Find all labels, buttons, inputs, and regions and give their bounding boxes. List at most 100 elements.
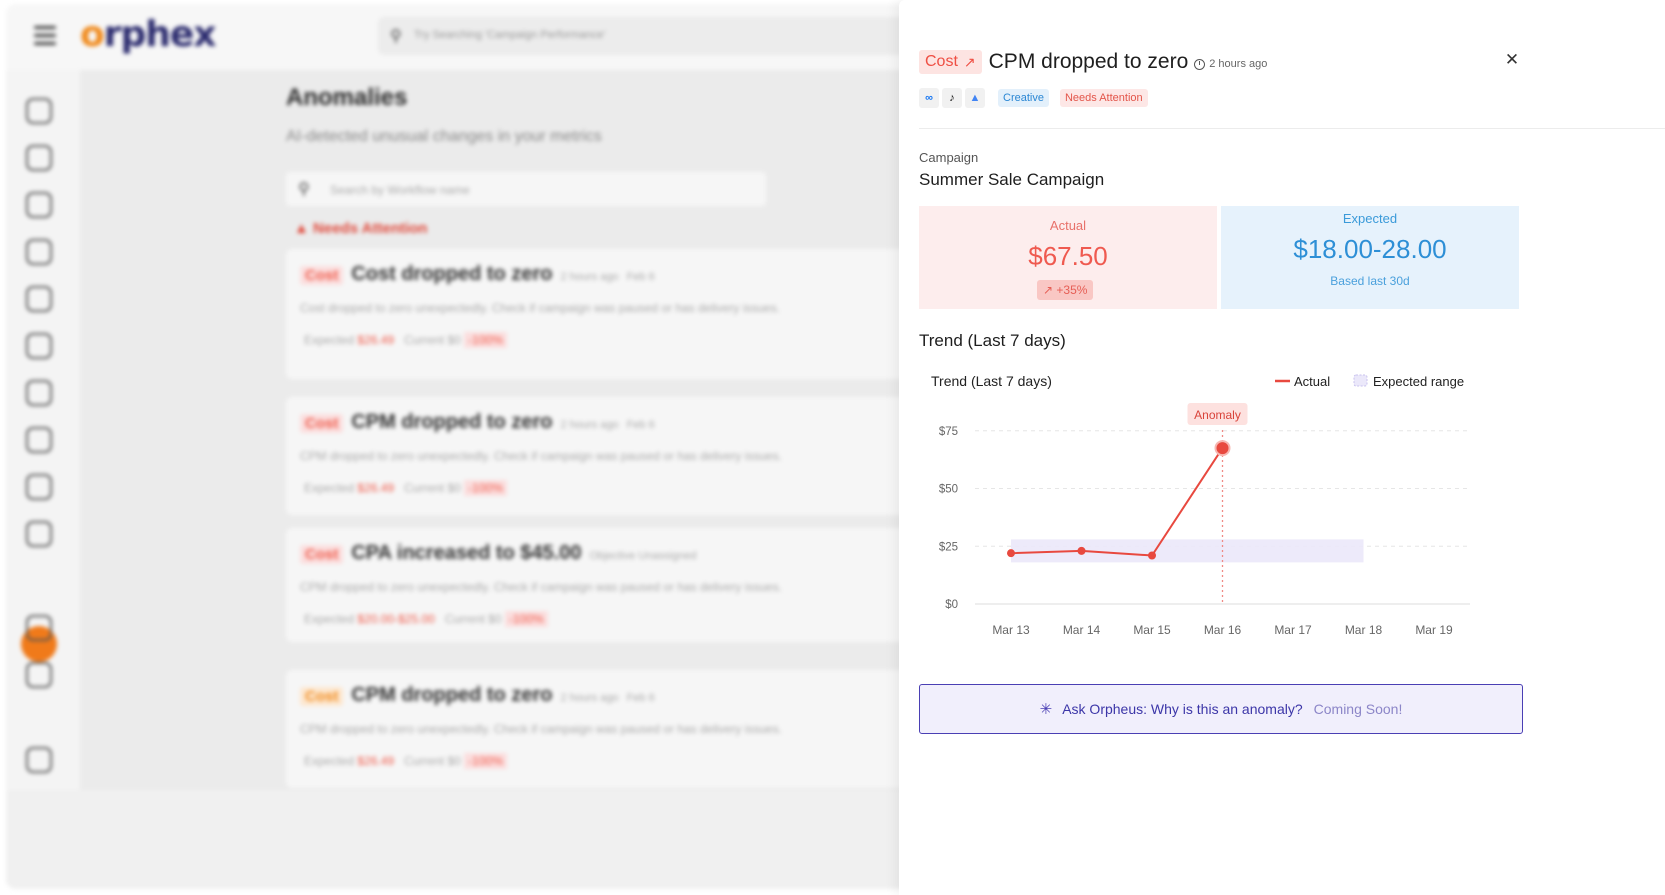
panel-time-label: 2 hours ago	[1209, 58, 1268, 70]
sidebar-device-icon[interactable]	[26, 474, 52, 500]
y-tick-label: $75	[939, 426, 958, 438]
sidebar-rocket-icon[interactable]	[26, 333, 52, 359]
sidebar-media-icon[interactable]	[26, 286, 52, 312]
workflow-search-input[interactable]: ⚲ Search by Workflow name	[286, 172, 766, 206]
card-title: CPA increased to $45.00	[351, 542, 582, 564]
creative-badge: Creative	[998, 89, 1049, 107]
menu-icon[interactable]	[34, 26, 56, 46]
actual-delta-badge: ↗ +35%	[1037, 280, 1094, 300]
card-header: Cost CPM dropped to zero 2 hours ago Feb 6	[300, 411, 655, 434]
x-tick-label: Mar 17	[1274, 623, 1312, 637]
app-root: orphex ⚲ Try Searching 'Campaign Perform…	[0, 0, 1665, 895]
legend-expected-swatch	[1353, 374, 1368, 387]
expected-label: Expected	[304, 612, 355, 626]
sidebar-gallery-icon[interactable]	[26, 615, 52, 641]
page-subtitle: AI-detected unusual changes in your metr…	[286, 128, 602, 145]
expected-value: $26.49	[357, 481, 395, 495]
panel-title: CPM dropped to zero	[988, 50, 1189, 73]
actual-data-point	[1007, 549, 1015, 558]
actual-data-point	[1077, 546, 1086, 555]
current-value: $0	[447, 333, 461, 347]
ask-orpheus-button[interactable]: ✳ Ask Orpheus: Why is this an anomaly? C…	[919, 684, 1523, 734]
legend-actual-label: Actual	[1294, 374, 1330, 389]
cost-tag-label: Cost	[925, 53, 958, 70]
tiktok-icon: ♪	[942, 88, 962, 108]
anomaly-card[interactable]: Cost CPM dropped to zero 2 hours ago Feb 6 …	[286, 670, 926, 788]
x-tick-label: Mar 18	[1345, 623, 1383, 637]
sidebar	[6, 70, 80, 889]
sidebar-share-icon[interactable]	[26, 192, 52, 218]
card-values: Expected $20.00-$25.00 Current $0 -100%	[304, 611, 548, 627]
app-logo: orphex	[80, 14, 217, 55]
card-date: Feb 6	[626, 692, 655, 704]
anomaly-point	[1214, 440, 1231, 457]
anomaly-card[interactable]: Cost CPM dropped to zero 2 hours ago Feb 6 …	[286, 397, 926, 515]
current-value: $0	[447, 481, 461, 495]
card-values: Expected $26.49 Current $0 -100%	[304, 480, 507, 496]
sidebar-chart-icon[interactable]	[26, 239, 52, 265]
actual-delta: +35%	[1056, 283, 1088, 297]
sidebar-zoom-icon[interactable]	[26, 145, 52, 171]
expected-value: $20.00-$25.00	[357, 612, 435, 626]
anomaly-detail-panel: ✕ Cost ↗ CPM dropped to zero 2 hours ago…	[899, 0, 1665, 895]
card-description: CPM dropped to zero unexpectedly. Check …	[300, 449, 783, 463]
sidebar-lightning-icon[interactable]	[26, 98, 52, 124]
cost-tag: Cost ↗	[919, 50, 982, 74]
page-title: Anomalies	[286, 84, 408, 111]
change-pill: -100%	[464, 753, 507, 769]
current-label: Current	[404, 754, 445, 768]
coming-soon-label: Coming Soon!	[1313, 701, 1403, 717]
badge-row: ∞ ♪ ▲ Creative Needs Attention	[919, 88, 1148, 108]
card-time: 2 hours ago	[560, 692, 619, 704]
ask-orpheus-question: Ask Orpheus: Why is this an anomaly?	[1062, 701, 1303, 717]
cost-tag: Cost	[300, 266, 344, 285]
google-ads-icon: ▲	[965, 88, 985, 108]
meta-icon: ∞	[919, 88, 939, 108]
anomaly-card[interactable]: Cost Cost dropped to zero 2 hours ago Feb 6…	[286, 249, 926, 379]
sidebar-cart-icon[interactable]	[26, 427, 52, 453]
y-tick-label: $25	[939, 541, 958, 553]
actual-card: Actual $67.50 ↗ +35%	[919, 206, 1217, 309]
expected-value: $26.49	[357, 754, 395, 768]
card-date: Feb 6	[626, 271, 655, 283]
legend-expected-label: Expected range	[1373, 374, 1464, 389]
workflow-search-placeholder: Search by Workflow name	[330, 183, 470, 197]
needs-attention-badge: Needs Attention	[1059, 89, 1148, 107]
campaign-name: Summer Sale Campaign	[919, 170, 1105, 189]
actual-label: Actual	[1049, 218, 1087, 233]
current-value: $0	[488, 612, 502, 626]
panel-header: Cost ↗ CPM dropped to zero 2 hours ago	[919, 50, 1267, 74]
sidebar-settings-icon[interactable]	[26, 747, 52, 773]
expected-label: Expected	[304, 481, 355, 495]
y-tick-label: $0	[945, 599, 958, 611]
card-description: Cost dropped to zero unexpectedly. Check…	[300, 301, 781, 315]
anomaly-label: Anomaly	[1194, 408, 1241, 422]
current-label: Current	[404, 333, 445, 347]
card-title: Cost dropped to zero	[351, 263, 553, 285]
card-badge: Objective Unassigned	[589, 550, 697, 562]
y-tick-label: $50	[939, 484, 958, 496]
global-search-placeholder: Try Searching 'Campaign Performance'	[414, 29, 606, 41]
trend-up-icon: ↗	[1043, 283, 1054, 297]
card-values: Expected $26.49 Current $0 -100%	[304, 332, 507, 348]
actual-value: $67.50	[1028, 241, 1108, 271]
needs-attention-label: Needs Attention	[313, 220, 428, 237]
x-tick-label: Mar 13	[992, 623, 1030, 637]
sidebar-refresh-icon[interactable]	[26, 662, 52, 688]
global-search-input[interactable]: ⚲ Try Searching 'Campaign Performance'	[378, 17, 938, 55]
expected-value: $18.00-28.00	[1293, 234, 1447, 264]
trend-heading: Trend (Last 7 days)	[919, 331, 1066, 350]
sidebar-user-icon[interactable]	[26, 380, 52, 406]
actual-data-point	[1148, 551, 1156, 560]
x-tick-label: Mar 16	[1204, 623, 1242, 637]
card-time: 2 hours ago	[560, 271, 619, 283]
card-values: Expected $26.49 Current $0 -100%	[304, 753, 507, 769]
needs-attention-heading: ▲ Needs Attention	[294, 220, 428, 237]
expected-label: Expected	[304, 754, 355, 768]
change-pill: -100%	[464, 332, 507, 348]
card-header: Cost Cost dropped to zero 2 hours ago Feb 6	[300, 263, 655, 286]
search-icon: ⚲	[298, 181, 310, 198]
anomaly-card[interactable]: Cost CPA increased to $45.00 Objective Una…	[286, 528, 926, 642]
sidebar-key-icon[interactable]	[26, 521, 52, 547]
close-icon[interactable]: ✕	[1499, 48, 1525, 74]
